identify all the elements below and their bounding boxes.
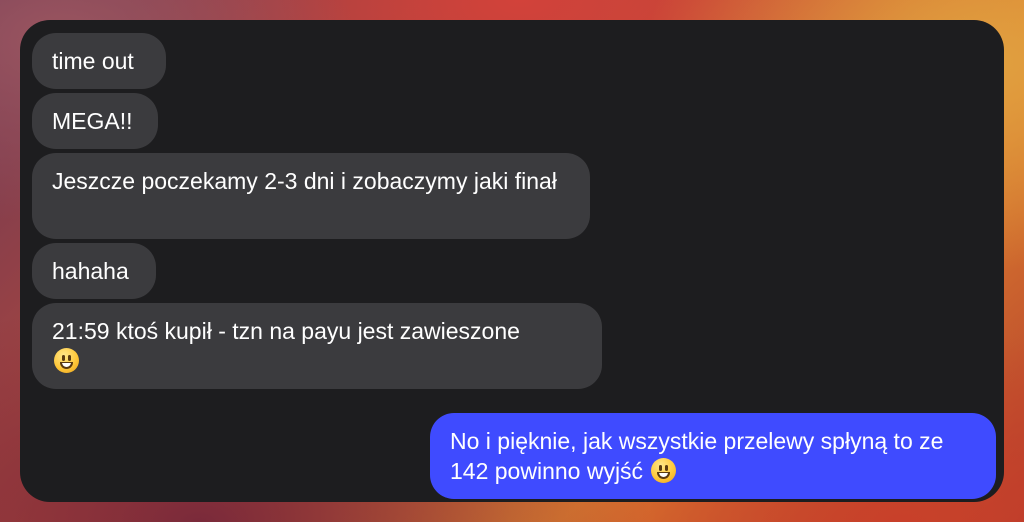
message-text: No i pięknie, jak wszystkie przelewy spł… <box>450 428 944 484</box>
message-text: Jeszcze poczekamy 2-3 dni i zobaczymy ja… <box>52 168 557 194</box>
message-bubble-outgoing[interactable]: No i pięknie, jak wszystkie przelewy spł… <box>430 413 996 499</box>
grinning-face-icon <box>651 458 677 483</box>
grinning-face-icon <box>54 348 79 373</box>
message-bubble-incoming[interactable]: time out <box>32 33 166 89</box>
message-text: 21:59 ktoś kupił - tzn na payu jest zawi… <box>52 318 520 344</box>
message-text: MEGA!! <box>52 108 133 134</box>
message-bubble-incoming[interactable]: hahaha <box>32 243 156 299</box>
message-bubble-incoming[interactable]: 21:59 ktoś kupił - tzn na payu jest zawi… <box>32 303 602 389</box>
message-bubble-incoming[interactable]: MEGA!! <box>32 93 158 149</box>
message-bubble-incoming[interactable]: Jeszcze poczekamy 2-3 dni i zobaczymy ja… <box>32 153 590 239</box>
message-text: time out <box>52 48 134 74</box>
message-text: hahaha <box>52 258 129 284</box>
chat-window: time out MEGA!! Jeszcze poczekamy 2-3 dn… <box>20 20 1004 502</box>
